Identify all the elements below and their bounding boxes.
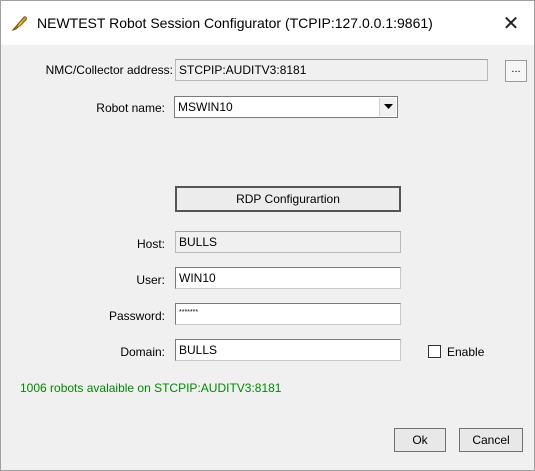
robot-name-dropdown[interactable]: MSWIN10: [174, 96, 398, 118]
window-title: NEWTEST Robot Session Configurator (TCPI…: [37, 15, 433, 31]
host-label: Host:: [136, 237, 165, 251]
domain-label: Domain:: [120, 345, 165, 359]
robot-name-label: Robot name:: [96, 101, 165, 115]
cancel-button[interactable]: Cancel: [459, 428, 523, 452]
enable-checkbox[interactable]: [428, 345, 441, 358]
password-field[interactable]: *******: [175, 303, 401, 325]
user-field[interactable]: WIN10: [175, 267, 401, 289]
browse-collector-button[interactable]: ...: [505, 60, 527, 82]
collector-address-field[interactable]: STCPIP:AUDITV3:8181: [175, 59, 488, 81]
ok-button[interactable]: Ok: [394, 428, 446, 452]
robot-name-value: MSWIN10: [178, 100, 233, 114]
dropdown-arrow-button[interactable]: [379, 98, 396, 116]
host-field[interactable]: BULLS: [175, 231, 401, 253]
chevron-down-icon: [383, 104, 393, 109]
feather-icon: [11, 16, 27, 32]
user-label: User:: [136, 273, 165, 287]
close-button[interactable]: ✕: [488, 1, 534, 45]
title-bar: NEWTEST Robot Session Configurator (TCPI…: [1, 1, 534, 45]
enable-label: Enable: [447, 345, 485, 359]
password-label: Password:: [108, 309, 165, 323]
close-icon: ✕: [502, 12, 520, 35]
collector-address-label: NMC/Collector address:: [45, 63, 173, 77]
status-message: 1006 robots avalaible on STCPIP:AUDITV3:…: [20, 381, 282, 395]
dialog-window: NEWTEST Robot Session Configurator (TCPI…: [0, 0, 535, 471]
rdp-configuration-button[interactable]: RDP Configurartion: [175, 186, 401, 212]
domain-field[interactable]: BULLS: [175, 339, 401, 361]
